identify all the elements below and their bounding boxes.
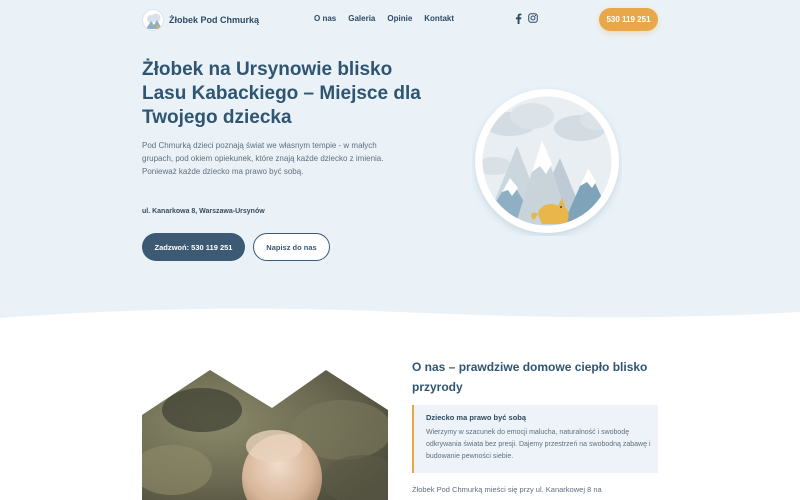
hero-background — [0, 0, 800, 330]
nav-link-o-nas[interactable]: O nas — [314, 14, 336, 23]
hero-description: Pod Chmurką dzieci poznają świat we włas… — [142, 141, 384, 176]
about-title: O nas – prawdziwe domowe ciepło blisko p… — [412, 360, 648, 394]
hero-illustration — [472, 86, 622, 236]
hero-address: ul. Kanarkowa 8, Warszawa-Ursynów — [142, 208, 265, 215]
hero-wave-divider — [0, 308, 800, 340]
nav-link-opinie[interactable]: Opinie — [387, 14, 412, 23]
quote-title: Dziecko ma prawo być sobą — [426, 413, 527, 422]
nav-link-kontakt[interactable]: Kontakt — [424, 14, 454, 23]
instagram-icon[interactable] — [528, 12, 538, 24]
call-button[interactable]: Zadzwoń: 530 119 251 — [142, 233, 245, 261]
social-links — [513, 12, 543, 24]
write-to-us-button[interactable]: Napisz do nas — [253, 233, 330, 261]
header-phone-button[interactable]: 530 119 251 — [599, 8, 658, 31]
site-header: Żłobek Pod Chmurką O nas Galeria Opinie … — [0, 0, 800, 40]
about-text: Żłobek Pod Chmurką mieści się przy ul. K… — [412, 485, 602, 494]
quote-box: Dziecko ma prawo być sobą Wierzymy w sza… — [412, 405, 658, 473]
nav-link-galeria[interactable]: Galeria — [348, 14, 375, 23]
quote-text: Wierzymy w szacunek do emocji malucha, n… — [426, 429, 651, 460]
logo[interactable]: Żłobek Pod Chmurką — [142, 9, 259, 31]
about-photo — [142, 370, 388, 500]
hero-title: Żłobek na Ursynowie blisko Lasu Kabackie… — [142, 59, 421, 128]
facebook-icon[interactable] — [513, 12, 523, 24]
main-nav: O nas Galeria Opinie Kontakt — [314, 14, 466, 23]
logo-text: Żłobek Pod Chmurką — [169, 15, 260, 25]
logo-icon — [142, 9, 164, 31]
